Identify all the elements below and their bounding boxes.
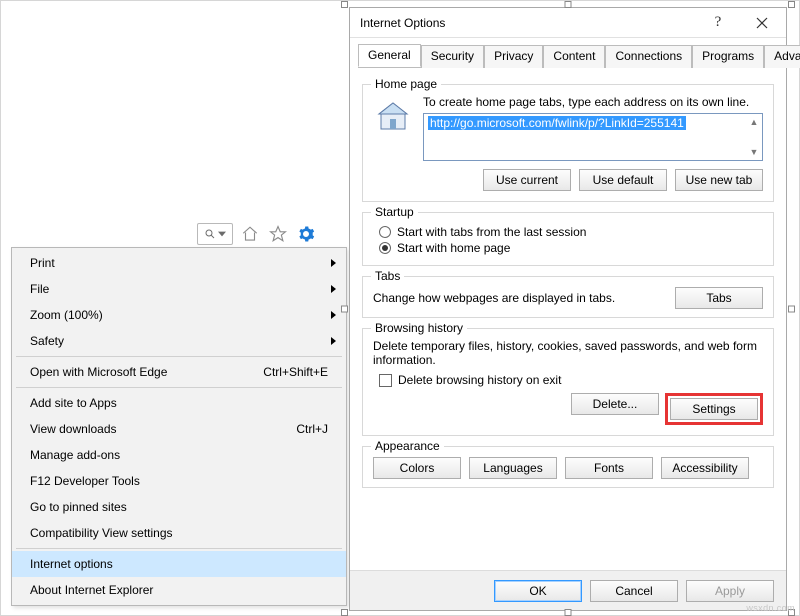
- menu-view-downloads[interactable]: View downloadsCtrl+J: [12, 416, 346, 442]
- watermark: wsxdn.com: [746, 603, 795, 613]
- home-page-icon: [373, 97, 413, 137]
- browsing-history-text: Delete temporary files, history, cookies…: [373, 339, 763, 367]
- menu-zoom[interactable]: Zoom (100%): [12, 302, 346, 328]
- home-button[interactable]: [239, 223, 261, 245]
- ok-button[interactable]: OK: [494, 580, 582, 602]
- submenu-arrow-icon: [331, 311, 336, 319]
- group-legend: Tabs: [371, 269, 404, 283]
- submenu-arrow-icon: [331, 337, 336, 345]
- menu-accel: Ctrl+J: [296, 422, 328, 436]
- use-current-button[interactable]: Use current: [483, 169, 571, 191]
- menu-pinned-sites[interactable]: Go to pinned sites: [12, 494, 346, 520]
- tabs-settings-button[interactable]: Tabs: [675, 287, 763, 309]
- history-settings-button[interactable]: Settings: [670, 398, 758, 420]
- submenu-arrow-icon: [331, 259, 336, 267]
- menu-add-site-apps[interactable]: Add site to Apps: [12, 390, 346, 416]
- menu-safety[interactable]: Safety: [12, 328, 346, 354]
- menu-compat-view[interactable]: Compatibility View settings: [12, 520, 346, 546]
- close-button[interactable]: [740, 9, 784, 37]
- delete-history-button[interactable]: Delete...: [571, 393, 659, 415]
- help-button[interactable]: ?: [696, 9, 740, 37]
- tools-button[interactable]: [295, 223, 317, 245]
- menu-about-ie[interactable]: About Internet Explorer: [12, 577, 346, 603]
- home-page-url-field[interactable]: http://go.microsoft.com/fwlink/p/?LinkId…: [423, 113, 763, 161]
- close-icon: [756, 17, 768, 29]
- use-default-button[interactable]: Use default: [579, 169, 667, 191]
- accessibility-button[interactable]: Accessibility: [661, 457, 749, 479]
- tab-programs[interactable]: Programs: [692, 45, 764, 68]
- tools-menu: Print File Zoom (100%) Safety Open with …: [11, 247, 347, 606]
- group-legend: Browsing history: [371, 321, 467, 335]
- tab-strip: General Security Privacy Content Connect…: [358, 44, 786, 68]
- tabs-text: Change how webpages are displayed in tab…: [373, 291, 675, 305]
- menu-accel: Ctrl+Shift+E: [263, 365, 328, 379]
- radio-label: Start with home page: [397, 241, 510, 255]
- radio-label: Start with tabs from the last session: [397, 225, 586, 239]
- tab-privacy[interactable]: Privacy: [484, 45, 543, 68]
- scroll-up-icon[interactable]: ▲: [748, 116, 760, 128]
- tab-general[interactable]: General: [358, 44, 421, 67]
- tab-security[interactable]: Security: [421, 45, 484, 68]
- checkbox-label: Delete browsing history on exit: [398, 373, 561, 387]
- radio-icon: [379, 226, 391, 238]
- group-legend: Startup: [371, 205, 418, 219]
- menu-internet-options[interactable]: Internet options: [12, 551, 346, 577]
- house-icon: [375, 99, 411, 135]
- scroll-down-icon[interactable]: ▼: [748, 146, 760, 158]
- tab-connections[interactable]: Connections: [605, 45, 692, 68]
- radio-start-last-session[interactable]: Start with tabs from the last session: [379, 225, 763, 239]
- languages-button[interactable]: Languages: [469, 457, 557, 479]
- dialog-footer: OK Cancel Apply: [350, 570, 786, 610]
- tab-content[interactable]: Content: [543, 45, 605, 68]
- menu-f12[interactable]: F12 Developer Tools: [12, 468, 346, 494]
- home-icon: [241, 225, 259, 243]
- chevron-down-icon: [218, 230, 226, 238]
- radio-start-home-page[interactable]: Start with home page: [379, 241, 763, 255]
- titlebar: Internet Options ?: [350, 8, 786, 38]
- menu-open-edge[interactable]: Open with Microsoft EdgeCtrl+Shift+E: [12, 359, 346, 385]
- group-tabs: Tabs Change how webpages are displayed i…: [362, 276, 774, 318]
- gear-icon: [297, 225, 315, 243]
- menu-separator: [16, 548, 342, 549]
- group-home-page: Home page To create home page tabs, type…: [362, 84, 774, 202]
- checkbox-icon: [379, 374, 392, 387]
- search-box[interactable]: [197, 223, 233, 245]
- radio-icon: [379, 242, 391, 254]
- home-page-url: http://go.microsoft.com/fwlink/p/?LinkId…: [428, 116, 686, 130]
- menu-file[interactable]: File: [12, 276, 346, 302]
- star-icon: [269, 225, 287, 243]
- fonts-button[interactable]: Fonts: [565, 457, 653, 479]
- group-legend: Home page: [371, 77, 441, 91]
- colors-button[interactable]: Colors: [373, 457, 461, 479]
- group-appearance: Appearance Colors Languages Fonts Access…: [362, 446, 774, 488]
- dialog-title: Internet Options: [360, 16, 696, 30]
- menu-manage-addons[interactable]: Manage add-ons: [12, 442, 346, 468]
- favorites-button[interactable]: [267, 223, 289, 245]
- group-legend: Appearance: [371, 439, 444, 453]
- ie-toolbar: [197, 223, 317, 245]
- apply-button[interactable]: Apply: [686, 580, 774, 602]
- menu-print[interactable]: Print: [12, 250, 346, 276]
- internet-options-dialog: Internet Options ? General Security Priv…: [349, 7, 787, 611]
- tab-advanced[interactable]: Advanced: [764, 45, 800, 68]
- group-browsing-history: Browsing history Delete temporary files,…: [362, 328, 774, 436]
- checkbox-delete-on-exit[interactable]: Delete browsing history on exit: [379, 373, 763, 387]
- menu-separator: [16, 387, 342, 388]
- settings-highlight: Settings: [665, 393, 763, 425]
- use-new-tab-button[interactable]: Use new tab: [675, 169, 763, 191]
- menu-separator: [16, 356, 342, 357]
- search-icon: [204, 228, 216, 240]
- cancel-button[interactable]: Cancel: [590, 580, 678, 602]
- submenu-arrow-icon: [331, 285, 336, 293]
- home-page-hint: To create home page tabs, type each addr…: [423, 95, 763, 109]
- group-startup: Startup Start with tabs from the last se…: [362, 212, 774, 266]
